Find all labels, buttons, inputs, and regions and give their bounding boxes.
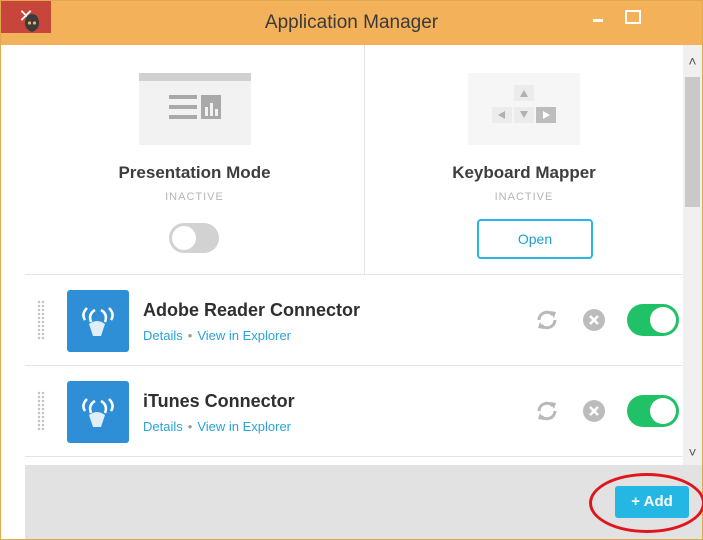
presentation-mode-title: Presentation Mode — [118, 163, 271, 182]
application-manager-window: Application Manager ✕ Presentation Mode … — [0, 0, 703, 540]
connector-row[interactable]: Adobe Reader Connector Details • View in E… — [25, 276, 683, 366]
title-bar[interactable]: Application Manager ✕ — [1, 1, 702, 45]
details-link[interactable]: Details — [143, 328, 183, 343]
remove-icon[interactable] — [583, 400, 605, 422]
drag-handle-icon[interactable] — [37, 300, 45, 340]
keyboard-mapper-title: Keyboard Mapper — [452, 163, 596, 182]
connector-row[interactable]: iTunes Connector Details • View in Explore… — [25, 367, 683, 457]
toggle-knob — [650, 398, 676, 424]
presentation-mode-card: Presentation Mode INACTIVE — [25, 45, 365, 275]
toggle-knob — [172, 226, 196, 250]
view-in-explorer-link[interactable]: View in Explorer — [197, 419, 291, 434]
keyboard-arrows-icon — [468, 73, 580, 145]
keyboard-mapper-status: INACTIVE — [494, 191, 554, 203]
refresh-icon[interactable] — [533, 397, 561, 425]
details-link[interactable]: Details — [143, 419, 183, 434]
scroll-content: Presentation Mode INACTIVE Keyboard Mapp… — [25, 45, 683, 465]
open-button[interactable]: Open — [477, 219, 593, 259]
toggle-knob — [650, 307, 676, 333]
drag-handle-icon[interactable] — [37, 391, 45, 431]
keyboard-mapper-card: Keyboard Mapper INACTIVE Open — [365, 45, 683, 275]
minimize-button[interactable] — [583, 1, 613, 31]
vertical-scrollbar[interactable]: ˄ ˅ — [683, 45, 702, 465]
connector-wave-icon — [67, 290, 129, 352]
remove-icon[interactable] — [583, 309, 605, 331]
connector-wave-icon — [67, 381, 129, 443]
presentation-mode-icon — [138, 73, 251, 145]
maximize-button[interactable] — [617, 1, 645, 31]
feature-cards: Presentation Mode INACTIVE Keyboard Mapp… — [25, 45, 683, 275]
presentation-mode-status: INACTIVE — [165, 191, 224, 203]
connector-enable-toggle[interactable] — [627, 395, 679, 427]
connector-links: Details • View in Explorer — [143, 419, 291, 434]
scrollbar-thumb[interactable] — [685, 77, 700, 207]
link-separator: • — [187, 419, 193, 434]
presentation-mode-toggle[interactable] — [169, 223, 219, 253]
refresh-icon[interactable] — [533, 306, 561, 334]
connector-name: iTunes Connector — [143, 391, 295, 411]
connector-links: Details • View in Explorer — [143, 328, 291, 343]
connector-name: Adobe Reader Connector — [143, 300, 361, 320]
scroll-down-icon[interactable]: ˅ — [683, 441, 702, 463]
view-in-explorer-link[interactable]: View in Explorer — [197, 328, 291, 343]
link-separator: • — [187, 328, 193, 343]
scroll-up-icon[interactable]: ˄ — [683, 49, 702, 73]
highlight-circle — [589, 473, 703, 533]
connector-enable-toggle[interactable] — [627, 304, 679, 336]
footer-bar: + Add — [25, 465, 703, 539]
